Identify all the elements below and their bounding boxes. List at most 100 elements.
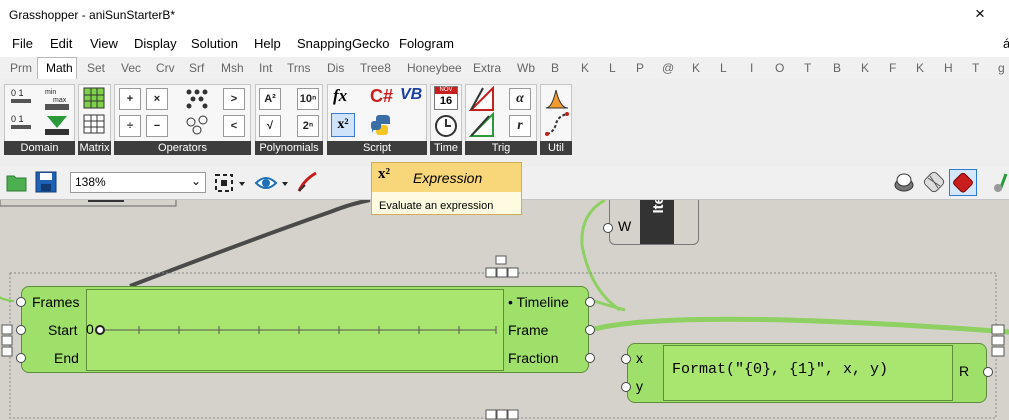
menu-overflow[interactable]: á	[1003, 36, 1009, 51]
format-output-r[interactable]: R	[959, 363, 969, 379]
bake-icon[interactable]	[992, 170, 1009, 194]
tab-math[interactable]: Math	[37, 57, 77, 79]
list-item-input-w[interactable]: W	[618, 218, 631, 234]
tab-h[interactable]: H	[944, 61, 953, 75]
slider-track[interactable]	[86, 320, 504, 340]
add-icon[interactable]: +	[119, 88, 141, 110]
tab-at[interactable]: @	[662, 61, 674, 75]
group-label-time: Time	[430, 141, 462, 155]
subtract-icon[interactable]: −	[146, 115, 168, 137]
tab-t[interactable]: T	[804, 61, 811, 75]
tab-o[interactable]: O	[775, 61, 784, 75]
slider-input-start[interactable]: Start	[48, 322, 78, 338]
tab-p[interactable]: P	[636, 61, 644, 75]
menu-edit[interactable]: Edit	[50, 36, 72, 51]
slider-output-timeline[interactable]: • Timeline	[508, 294, 569, 310]
tab-srf[interactable]: Srf	[189, 61, 204, 75]
tab-i[interactable]: I	[750, 61, 753, 75]
tab-l2[interactable]: L	[720, 61, 727, 75]
tab-k2[interactable]: K	[692, 61, 700, 75]
tab-crv[interactable]: Crv	[156, 61, 175, 75]
tab-k3[interactable]: K	[861, 61, 869, 75]
output-grip-frame[interactable]	[585, 325, 595, 335]
menu-view[interactable]: View	[90, 36, 118, 51]
tab-extra[interactable]: Extra	[473, 61, 501, 75]
output-grip-fraction[interactable]	[585, 353, 595, 363]
evaluate-function-icon[interactable]: fx	[333, 86, 347, 106]
sketch-pen-icon[interactable]	[296, 170, 320, 194]
menu-file[interactable]: File	[12, 36, 33, 51]
multiply-icon[interactable]: ×	[146, 88, 168, 110]
list-item-input-grip[interactable]	[603, 223, 613, 233]
tab-k4[interactable]: K	[916, 61, 924, 75]
python-script-icon[interactable]	[368, 113, 394, 137]
tab-prm[interactable]: Prm	[10, 61, 32, 75]
slider-input-end[interactable]: End	[54, 350, 79, 366]
output-grip-timeline[interactable]	[585, 297, 595, 307]
csharp-script-icon[interactable]: C#	[370, 86, 393, 107]
format-grip-y[interactable]	[621, 382, 631, 392]
square-icon[interactable]: A²	[259, 88, 281, 110]
input-grip-frames[interactable]	[16, 297, 26, 307]
input-grip-start[interactable]	[16, 325, 26, 335]
preview-selected-button[interactable]	[949, 169, 977, 196]
input-grip-end[interactable]	[16, 353, 26, 363]
menu-snappinggecko[interactable]: SnappingGecko	[297, 36, 390, 51]
triangle-trig-icons[interactable]	[469, 86, 495, 138]
tab-trns[interactable]: Trns	[287, 61, 311, 75]
slider-output-fraction[interactable]: Fraction	[508, 350, 559, 366]
menu-help[interactable]: Help	[254, 36, 281, 51]
vb-script-icon[interactable]: VB	[400, 86, 422, 104]
slider-output-frame[interactable]: Frame	[508, 322, 548, 338]
open-file-icon[interactable]	[6, 171, 28, 193]
menu-display[interactable]: Display	[134, 36, 177, 51]
save-file-icon[interactable]	[35, 171, 57, 193]
expression-icon[interactable]: x²	[331, 113, 355, 137]
tab-k[interactable]: K	[581, 61, 589, 75]
matrix-icons[interactable]	[82, 87, 108, 137]
tab-b[interactable]: B	[551, 61, 559, 75]
tab-f[interactable]: F	[889, 61, 896, 75]
zoom-dropdown[interactable]: 138% ⌄	[70, 172, 206, 193]
tab-wb[interactable]: Wb	[517, 61, 535, 75]
degrees-icon[interactable]: r	[509, 115, 531, 137]
gate-icons[interactable]	[183, 86, 211, 136]
square-root-icon[interactable]: √	[259, 115, 281, 137]
tooltip-expression-icon: x²	[378, 166, 390, 182]
tab-msh[interactable]: Msh	[221, 61, 244, 75]
menu-solution[interactable]: Solution	[191, 36, 238, 51]
calendar-icon[interactable]: NOV 16	[434, 86, 458, 110]
tab-l[interactable]: L	[609, 61, 616, 75]
domain-icons[interactable]: 0 1 0 1 minmax	[9, 86, 73, 138]
tab-vec[interactable]: Vec	[121, 61, 141, 75]
tab-dis[interactable]: Dis	[327, 61, 344, 75]
format-expression[interactable]: Format("{0}, {1}", x, y)	[672, 361, 888, 378]
util-icons[interactable]	[544, 86, 570, 138]
tab-honeybee[interactable]: Honeybee	[407, 61, 462, 75]
tab-int[interactable]: Int	[259, 61, 272, 75]
preview-eye-icon[interactable]	[254, 172, 290, 194]
divide-icon[interactable]: ÷	[119, 115, 141, 137]
power-of-10-icon[interactable]: 10ⁿ	[297, 88, 319, 110]
power-of-2-icon[interactable]: 2ⁿ	[297, 115, 319, 137]
greater-than-icon[interactable]: >	[223, 88, 245, 110]
zoom-extents-icon[interactable]	[213, 172, 249, 194]
menu-fologram[interactable]: Fologram	[399, 36, 454, 51]
format-input-y[interactable]: y	[636, 378, 643, 394]
slider-input-frames[interactable]: Frames	[32, 294, 79, 310]
format-grip-r[interactable]	[983, 367, 993, 377]
preview-wireframe-icon[interactable]	[893, 170, 915, 194]
format-grip-x[interactable]	[621, 354, 631, 364]
format-input-x[interactable]: x	[636, 350, 643, 366]
tab-b2[interactable]: B	[833, 61, 841, 75]
tab-set[interactable]: Set	[87, 61, 105, 75]
tab-tree8[interactable]: Tree8	[360, 61, 391, 75]
close-icon[interactable]: ×	[975, 4, 985, 24]
tab-g[interactable]: g	[998, 61, 1005, 75]
tab-t2[interactable]: T	[972, 61, 979, 75]
clock-icon[interactable]	[434, 114, 458, 138]
grasshopper-canvas[interactable]: Ite W 0 Frames Start End • Timeline Fram…	[0, 200, 1009, 420]
less-than-icon[interactable]: <	[223, 115, 245, 137]
radians-icon[interactable]: α	[509, 88, 531, 110]
preview-shaded-icon[interactable]	[922, 170, 946, 194]
